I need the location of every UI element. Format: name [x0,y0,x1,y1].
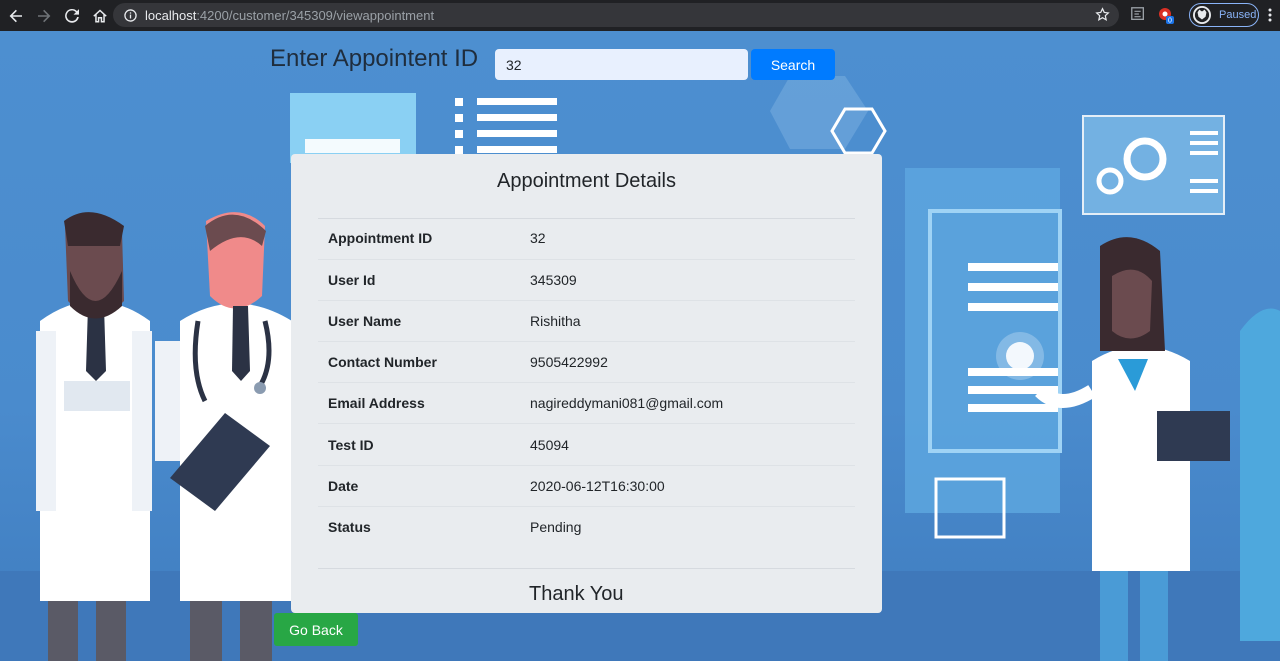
search-label: Enter Appointent ID [270,45,479,72]
row-value: 32 [530,230,546,247]
appointment-details-card: Appointment Details Appointment ID 32 Use… [291,154,882,613]
go-back-button[interactable]: Go Back [274,613,358,646]
row-label: Test ID [318,423,520,466]
row-value: 9505422992 [520,341,855,383]
row-label: Status [318,505,520,548]
extension-badge-icon[interactable]: 0 [1157,6,1175,25]
row-label: Appointment ID [328,230,433,247]
bookmark-star-icon[interactable] [1095,7,1111,23]
table-row: User Name Rishitha [318,299,855,342]
row-value: 45094 [520,423,855,466]
divider [318,568,855,569]
table-row: Email Address nagireddymani081@gmail.com [318,382,855,424]
row-value: Pending [520,505,855,548]
table-row: User Id 345309 [318,258,855,301]
url-text: localhost:4200/customer/345309/viewappoi… [145,7,435,23]
page-background: Enter Appointent ID Search Appointment D… [0,31,1280,661]
card-title: Appointment Details [497,170,676,192]
address-bar[interactable]: localhost:4200/customer/345309/viewappoi… [113,3,1119,27]
browser-toolbar: localhost:4200/customer/345309/viewappoi… [0,0,1280,31]
row-value: Rishitha [520,299,855,342]
row-label: Date [318,464,520,507]
table-row: Status Pending [318,505,855,548]
row-label: User Name [318,299,520,342]
profile-button[interactable]: Paused [1189,3,1259,27]
row-value: 345309 [520,258,855,301]
profile-status-label: Paused [1219,9,1257,21]
row-value: nagireddymani081@gmail.com [520,382,855,424]
table-row: Appointment ID 32 [318,218,855,259]
details-table: Appointment ID 32 User Id 345309 User Name… [318,218,855,548]
table-row: Test ID 45094 [318,423,855,466]
profile-avatar-icon [1193,6,1211,24]
more-menu-icon[interactable] [1266,7,1274,23]
row-label: User Id [318,258,520,301]
table-row: Date 2020-06-12T16:30:00 [318,464,855,507]
forward-arrow-icon[interactable] [31,3,57,29]
extension-badge-count: 0 [1168,18,1172,25]
back-arrow-icon[interactable] [3,3,29,29]
row-label: Email Address [318,382,520,424]
thank-you-text: Thank You [529,583,624,605]
reload-icon[interactable] [59,3,85,29]
extension-icon[interactable] [1130,6,1148,24]
home-icon[interactable] [87,3,113,29]
table-row: Contact Number 9505422992 [318,341,855,383]
row-label: Contact Number [318,341,520,383]
appointment-id-input[interactable] [495,49,748,80]
search-button[interactable]: Search [751,49,835,80]
info-icon[interactable] [123,8,137,22]
row-value: 2020-06-12T16:30:00 [520,464,855,507]
